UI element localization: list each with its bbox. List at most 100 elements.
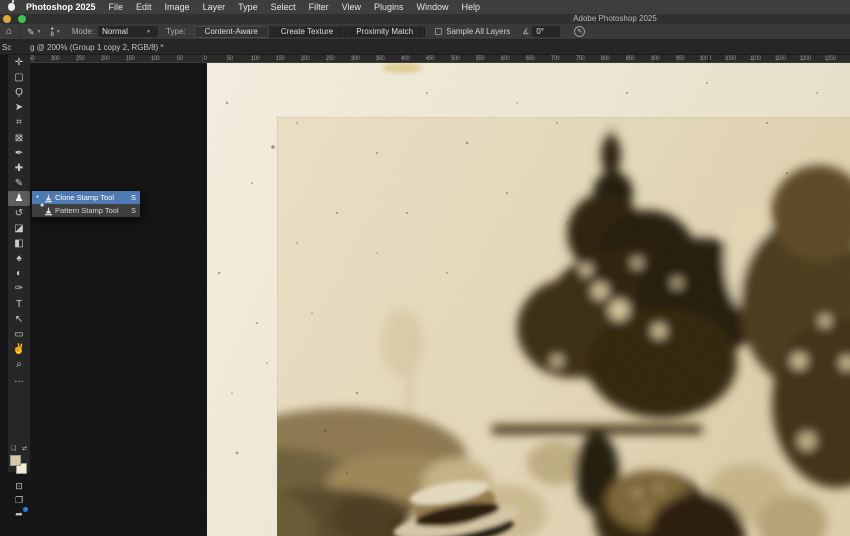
tool-gradient[interactable]: ◧ [8, 236, 30, 251]
tool-eraser[interactable]: ◪ [8, 221, 30, 236]
menu-item-view[interactable]: View [342, 2, 361, 12]
document-tab-fragment[interactable]: Sc [2, 43, 11, 52]
tool-icon: Ϙ [15, 87, 23, 99]
menu-item-layer[interactable]: Layer [203, 2, 226, 12]
menu-item-edit[interactable]: Edit [136, 2, 152, 12]
flyout-item-clone-stamp-tool[interactable]: • Clone Stamp Tool S [32, 191, 140, 204]
screen-mode-button[interactable]: ❐ [8, 493, 30, 507]
tool-hand[interactable]: ✌ [8, 342, 30, 357]
tool-rectangular-marquee[interactable]: ▢ [8, 70, 30, 85]
tool-icon: ✌ [12, 343, 26, 355]
ruler-label: 950 [675, 56, 685, 62]
share-button[interactable]: ➦ [8, 507, 30, 521]
mode-select[interactable]: Normal ▼ [98, 26, 159, 37]
zoom-button[interactable] [18, 15, 26, 23]
tool-rectangle[interactable]: ▭ [8, 327, 30, 342]
home-icon[interactable]: ⌂ [6, 24, 12, 40]
chevron-down-icon[interactable]: ▼ [56, 29, 61, 35]
tool-eyedropper[interactable]: ✒ [8, 146, 30, 161]
tool-dodge[interactable]: ◐ [8, 266, 30, 281]
tool-lasso[interactable]: Ϙ [8, 85, 30, 100]
type-button-content-aware[interactable]: Content-Aware [193, 25, 269, 38]
flyout-item-shortcut: S [130, 206, 136, 215]
menu-bar: Photoshop 2025 File Edit Image Layer Type Sele… [0, 0, 850, 14]
share-icon: ➦ [15, 508, 23, 519]
angle-input[interactable]: 0° [532, 26, 561, 37]
menu-item-window[interactable]: Window [417, 2, 449, 12]
tool-icon: ⌕ [16, 358, 22, 370]
apple-icon[interactable] [8, 3, 15, 11]
window-title: Adobe Photoshop 2025 [573, 14, 657, 23]
pattern-mark: ✱ [40, 202, 45, 209]
ruler-label: 50 [227, 56, 233, 62]
flyout-item-pattern-stamp-tool[interactable]: ✱ Pattern Stamp Tool S [32, 202, 140, 217]
tool-blur[interactable]: ♠ [8, 251, 30, 266]
menu-item-select[interactable]: Select [271, 2, 296, 12]
ruler-label: 100 [150, 56, 160, 62]
menu-item-help[interactable]: Help [462, 2, 481, 12]
brush-preview-icon: ● [50, 25, 54, 32]
current-tool-icon[interactable]: ✎ [27, 24, 35, 40]
options-bar: ⌂ ✎ ▼ ● 8 ▼ Mode: Normal ▼ Type: Content… [0, 24, 850, 40]
flyout-item-label: Clone Stamp Tool [55, 193, 115, 202]
sample-all-layers-checkbox[interactable] [435, 28, 443, 35]
ruler-label: 1000 [699, 56, 711, 62]
chevron-down-icon[interactable]: ▼ [37, 29, 42, 35]
tool-icon: ↺ [14, 207, 24, 219]
tool-icon: ⌗ [16, 117, 22, 129]
ruler-cursor-marker [708, 55, 709, 63]
photo-canvas[interactable] [207, 63, 850, 536]
menu-item-plugins[interactable]: Plugins [374, 2, 404, 12]
menu-items: Photoshop 2025 File Edit Image Layer Type Sele… [26, 2, 493, 12]
tool-pen[interactable]: ✑ [8, 281, 30, 296]
menu-item-filter[interactable]: Filter [309, 2, 329, 12]
ruler-label: 350 [30, 56, 35, 62]
type-button-create-texture[interactable]: Create Texture [269, 25, 345, 38]
angle-widget: ∡ 0° [522, 26, 561, 37]
tool-bar: ✛ ▢ Ϙ ➤ ⌗ ⊠ ✒ ✚ ✎ ♟ ↺ ◪ ◧ ♠ ◐ ✑ T ↖ ▭ ✌ … [8, 55, 30, 519]
tool-icon: ⊠ [14, 132, 24, 144]
tool-icon: ▭ [14, 328, 24, 340]
tool-history-brush[interactable]: ↺ [8, 206, 30, 221]
flyout-item-shortcut: S [130, 193, 136, 202]
tool-frame[interactable]: ⊠ [8, 130, 30, 145]
tool-icon: ↖ [14, 313, 24, 325]
menu-item-image[interactable]: Image [165, 2, 190, 12]
menu-item-photoshop[interactable]: Photoshop 2025 [26, 2, 96, 12]
ruler-label: 900 [650, 56, 660, 62]
tool-object-selection[interactable]: ➤ [8, 100, 30, 115]
swap-colors-icon[interactable]: ⇄ [22, 445, 27, 452]
horizontal-ruler: 3503002502001501005005010015020025030035… [30, 55, 850, 63]
ruler-label: 350 [375, 56, 385, 62]
document-tab[interactable]: g @ 200% (Group 1 copy 2, RGB/8) * [30, 43, 164, 52]
brush-preset-picker[interactable]: ● 8 [50, 25, 54, 38]
ruler-label: 1300 [845, 55, 850, 62]
tool-clone-stamp[interactable]: ♟ [8, 190, 30, 206]
document-tab-bar: Sc g @ 200% (Group 1 copy 2, RGB/8) * [0, 40, 850, 55]
type-button-proximity-match[interactable]: Proximity Match [345, 25, 425, 38]
tool-icon: ✑ [14, 283, 24, 295]
tool-flyout-menu: • Clone Stamp Tool S ✱ Pattern Stamp Too… [31, 190, 141, 218]
tool-spot-healing-brush[interactable]: ✚ [8, 161, 30, 176]
ruler-label: 1050 [724, 56, 736, 62]
tool-crop[interactable]: ⌗ [8, 115, 30, 130]
canvas-area[interactable] [207, 63, 850, 536]
tool-move[interactable]: ✛ [8, 55, 30, 70]
tool-type[interactable]: T [8, 297, 30, 312]
ruler-label: 50 [177, 56, 183, 62]
minimize-button[interactable] [3, 15, 11, 23]
default-colors-icon[interactable]: ❏ [11, 445, 16, 452]
tool-icon: ✎ [14, 177, 24, 189]
tool-zoom[interactable]: ⌕ [8, 357, 30, 372]
quick-mask-button[interactable]: ⊡ [8, 479, 30, 493]
menu-item-type[interactable]: Type [238, 2, 258, 12]
pen-pressure-button[interactable]: ✎ [574, 26, 586, 37]
tool-path-selection[interactable]: ↖ [8, 312, 30, 327]
menu-item-file[interactable]: File [109, 2, 124, 12]
tool-icon: ◪ [14, 223, 24, 235]
tool-icon: ◧ [14, 238, 24, 250]
ruler-label: 200 [100, 56, 110, 62]
tool-brush[interactable]: ✎ [8, 176, 30, 191]
foreground-color-swatch[interactable] [10, 455, 21, 466]
tool-edit-toolbar[interactable]: … [8, 372, 30, 387]
